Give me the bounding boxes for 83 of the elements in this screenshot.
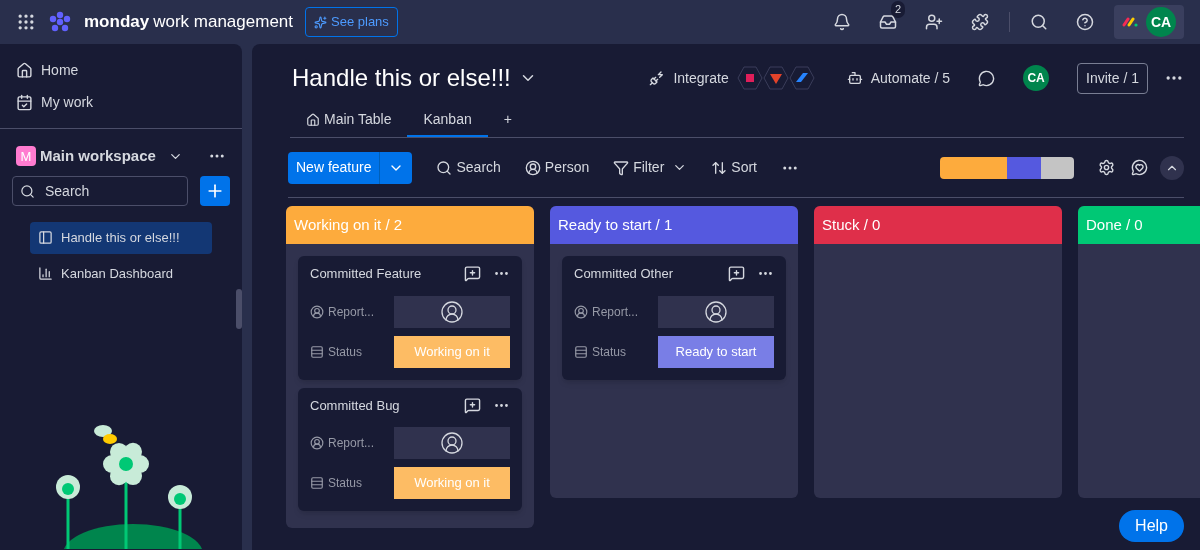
apps-icon[interactable] bbox=[971, 13, 989, 31]
add-update-icon[interactable] bbox=[464, 396, 481, 414]
board-title[interactable]: Handle this or else!!! bbox=[292, 60, 511, 96]
person-field[interactable] bbox=[658, 295, 774, 328]
add-update-icon[interactable] bbox=[728, 265, 745, 283]
automate-button[interactable]: Automate / 5 bbox=[846, 67, 951, 89]
nav-item[interactable]: Home bbox=[16, 56, 226, 84]
item-card[interactable]: Committed Feature Report... Status Working on it bbox=[298, 256, 522, 380]
invite-button[interactable]: Invite / 1 bbox=[1077, 62, 1148, 94]
user-avatar[interactable]: CA bbox=[1023, 65, 1050, 91]
field-label: Report... bbox=[592, 303, 639, 321]
item-name: Committed Other bbox=[574, 265, 673, 283]
field-label: Report... bbox=[328, 435, 375, 452]
search-icon[interactable] bbox=[1030, 13, 1048, 31]
bar-chart-icon bbox=[38, 266, 53, 281]
empty-person-icon bbox=[440, 299, 464, 324]
sort-icon bbox=[711, 159, 728, 176]
home-icon bbox=[16, 61, 33, 79]
empty-person-icon bbox=[440, 431, 464, 455]
search-icon bbox=[20, 183, 35, 199]
add-update-icon[interactable] bbox=[464, 265, 481, 283]
add-button[interactable] bbox=[200, 175, 230, 206]
person-icon bbox=[574, 304, 588, 319]
help-button[interactable]: Help bbox=[1119, 510, 1184, 542]
notifications-icon[interactable] bbox=[833, 13, 851, 31]
status-column-icon bbox=[310, 476, 324, 490]
item-card[interactable]: Committed Bug Report... Status Working on it bbox=[298, 387, 522, 511]
integration-logos-icon bbox=[736, 64, 815, 92]
collapse-button[interactable] bbox=[1160, 155, 1184, 180]
search-field[interactable]: Search bbox=[12, 175, 188, 206]
workspace-name[interactable]: Main workspace bbox=[40, 145, 156, 168]
see-plans-button[interactable]: See plans bbox=[305, 7, 398, 37]
item-name: Committed Feature bbox=[310, 265, 422, 283]
filter-icon bbox=[613, 159, 630, 176]
person-field[interactable] bbox=[394, 295, 510, 328]
field-label: Status bbox=[328, 475, 363, 492]
status-column-icon bbox=[574, 344, 588, 359]
field-label: Status bbox=[592, 343, 627, 361]
empty-person-icon bbox=[704, 299, 728, 324]
person-field[interactable] bbox=[394, 427, 510, 459]
nav-item[interactable]: My work bbox=[16, 88, 226, 116]
search-button[interactable]: Search bbox=[436, 157, 501, 178]
person-button[interactable]: Person bbox=[524, 157, 590, 178]
status-label[interactable]: Ready to start bbox=[658, 335, 774, 368]
person-icon bbox=[524, 159, 541, 176]
settings-icon[interactable] bbox=[1098, 159, 1115, 176]
logo-icon bbox=[48, 11, 72, 33]
board-item[interactable]: Kanban Dashboard bbox=[30, 257, 212, 290]
column-header[interactable]: Stuck / 0 bbox=[814, 206, 1062, 244]
board-item[interactable]: Handle this or else!!! bbox=[30, 221, 212, 254]
inbox-badge: 2 bbox=[891, 1, 906, 18]
sort-button[interactable]: Sort bbox=[711, 157, 757, 178]
field-label: Report... bbox=[328, 303, 375, 321]
plug-icon bbox=[649, 70, 666, 86]
feedback-icon[interactable] bbox=[1131, 159, 1148, 176]
brand-name: monday bbox=[84, 11, 150, 34]
robot-icon bbox=[846, 70, 863, 86]
calendar-check-icon bbox=[16, 93, 33, 111]
inbox-icon[interactable] bbox=[879, 13, 897, 31]
item-card[interactable]: Committed Other Report... Status Ready to start bbox=[562, 256, 786, 380]
chat-icon[interactable] bbox=[978, 69, 996, 87]
help-icon[interactable] bbox=[1076, 13, 1094, 31]
item-name: Committed Bug bbox=[310, 396, 400, 415]
filter-button[interactable]: Filter bbox=[613, 157, 665, 178]
workspace-icon: M bbox=[16, 146, 36, 167]
apps-grid-icon[interactable] bbox=[16, 12, 36, 32]
view-tab[interactable]: Kanban bbox=[407, 104, 488, 137]
view-tab[interactable]: Main Table bbox=[290, 104, 408, 137]
search-icon bbox=[436, 159, 453, 176]
status-column-icon bbox=[310, 344, 324, 359]
brand-tagline: work management bbox=[153, 11, 294, 34]
product-logo-icon bbox=[1122, 17, 1138, 27]
column-header[interactable]: Ready to start / 1 bbox=[550, 206, 798, 244]
view-tab[interactable]: + bbox=[487, 104, 528, 137]
board-icon bbox=[38, 230, 53, 245]
person-icon bbox=[310, 436, 324, 450]
field-label: Status bbox=[328, 343, 363, 361]
invite-user-icon[interactable] bbox=[925, 13, 943, 31]
user-avatar[interactable]: CA bbox=[1146, 7, 1176, 37]
sparkles-icon bbox=[314, 15, 328, 29]
home-icon bbox=[306, 112, 320, 127]
person-icon bbox=[310, 304, 324, 319]
integrate-button[interactable]: Integrate bbox=[649, 67, 729, 89]
